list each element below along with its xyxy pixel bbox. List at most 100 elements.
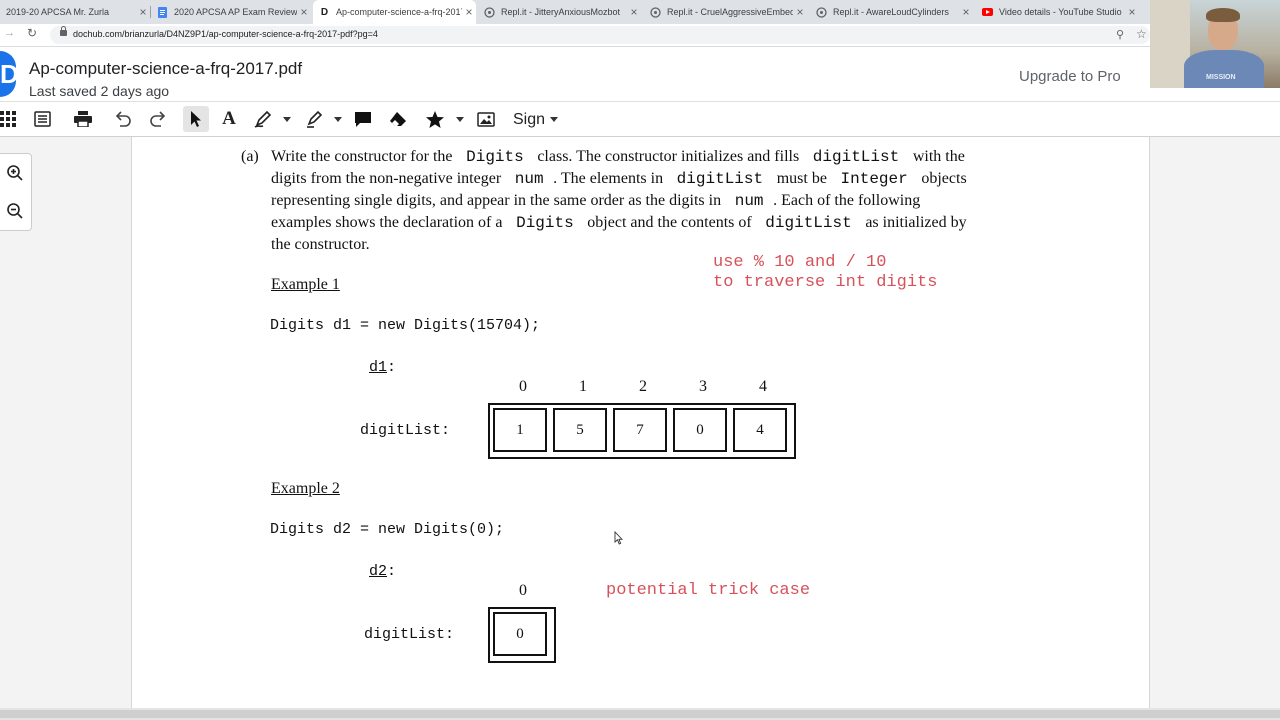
example-2-list-label: digitList: — [364, 626, 455, 643]
tab-label: Repl.it - CruelAggressiveEmbeds — [667, 7, 793, 17]
var-name: d2 — [369, 563, 388, 580]
cursor-arrow-icon — [191, 111, 201, 127]
text-segment: as initialized by — [861, 214, 967, 231]
instruction-line-3: representing single digits, and appear i… — [271, 190, 920, 212]
last-saved-status: Last saved 2 days ago — [29, 83, 170, 99]
undo-icon[interactable] — [114, 110, 132, 128]
tab-close-icon[interactable]: × — [462, 5, 476, 19]
page-list-icon[interactable] — [33, 110, 51, 128]
text-segment: Write the constructor for the — [271, 148, 457, 165]
var-colon: : — [387, 359, 397, 376]
highlighter-icon[interactable] — [305, 110, 323, 128]
code-token: digitList — [667, 170, 773, 188]
text-segment: . The elements in — [553, 170, 668, 187]
replit-icon — [650, 6, 661, 18]
apps-grid-icon[interactable] — [0, 110, 16, 128]
example-1-heading: Example 1 — [271, 276, 340, 293]
tab-close-icon[interactable]: × — [297, 5, 311, 19]
replit-icon — [484, 6, 495, 18]
instruction-line-5: the constructor. — [271, 234, 370, 256]
digit-cell: 1 — [493, 408, 547, 452]
index-label: 4 — [759, 378, 767, 395]
digit-cell: 0 — [673, 408, 727, 452]
bookmark-star-icon[interactable]: ☆ — [1136, 27, 1147, 41]
annotation-note-1-line-1[interactable]: use % 10 and / 10 — [713, 253, 886, 273]
webcam-shirt-text: MISSION — [1206, 74, 1236, 81]
upgrade-to-pro-button[interactable]: Upgrade to Pro — [1019, 68, 1121, 85]
scrollbar-thumb[interactable] — [0, 710, 1280, 718]
url-text[interactable]: dochub.com/brianzurla/D4NZ9P1/ap-compute… — [73, 29, 378, 39]
tab-label: 2020 APCSA AP Exam Review Syll — [174, 7, 297, 17]
stamp-dropdown-caret[interactable] — [456, 117, 464, 122]
forward-arrow-icon[interactable]: → — [4, 27, 15, 39]
tab-replit-aware[interactable]: Repl.it - AwareLoudCylinders × — [810, 0, 973, 24]
horizontal-scrollbar[interactable] — [0, 708, 1280, 720]
code-token: Integer — [830, 170, 918, 188]
text-tool-icon[interactable]: A — [220, 108, 238, 129]
tab-label: Repl.it - AwareLoudCylinders — [833, 7, 949, 17]
comment-icon[interactable] — [354, 110, 372, 128]
stamp-star-icon[interactable] — [426, 110, 444, 128]
code-token: Digits — [506, 214, 584, 232]
doc-header: D Ap-computer-science-a-frq-2017.pdf Las… — [0, 47, 1150, 101]
code-token: num — [725, 192, 774, 210]
example-2-code: Digits d2 = new Digits(0); — [270, 521, 505, 538]
eraser-icon[interactable] — [389, 110, 407, 128]
url-omnibox[interactable]: dochub.com/brianzurla/D4NZ9P1/ap-compute… — [50, 26, 1150, 44]
digit-cell: 0 — [493, 612, 547, 656]
editor-toolbar: A Sign — [0, 102, 1280, 137]
reload-icon[interactable]: ↻ — [27, 26, 37, 40]
tab-exam-review-syllabus[interactable]: 2020 APCSA AP Exam Review Syll × — [151, 0, 311, 24]
highlighter-dropdown-caret[interactable] — [334, 117, 342, 122]
dochub-icon: D — [320, 6, 329, 18]
code-token: digitList — [803, 148, 909, 166]
replit-icon — [816, 6, 827, 18]
tab-replit-jittery[interactable]: Repl.it - JitteryAnxiousMozbot × — [478, 0, 641, 24]
print-icon[interactable] — [74, 110, 92, 128]
pen-dropdown-caret[interactable] — [283, 117, 291, 122]
tab-close-icon[interactable]: × — [959, 5, 973, 19]
text-segment: the constructor. — [271, 236, 370, 253]
example-2-digit-array: 0 — [488, 607, 556, 663]
sign-dropdown-caret[interactable] — [550, 117, 558, 122]
zoom-in-icon[interactable] — [3, 161, 27, 185]
zoom-out-icon[interactable] — [3, 199, 27, 223]
tab-label: Video details - YouTube Studio — [999, 7, 1122, 17]
document-title[interactable]: Ap-computer-science-a-frq-2017.pdf — [29, 59, 302, 79]
zoom-controls — [0, 153, 32, 231]
annotation-note-2[interactable]: potential trick case — [606, 581, 810, 601]
index-label: 0 — [519, 378, 527, 395]
webcam-person-shirt — [1184, 50, 1264, 88]
annotation-note-1-line-2[interactable]: to traverse int digits — [713, 273, 937, 293]
zoom-magnifier-icon[interactable]: ⚲ — [1116, 28, 1124, 41]
instruction-line-1: Write the constructor for the Digits cla… — [271, 146, 965, 168]
instruction-line-2: digits from the non-negative integer num… — [271, 168, 967, 190]
tab-close-icon[interactable]: × — [1125, 5, 1139, 19]
text-segment: object and the contents of — [583, 214, 756, 231]
image-icon[interactable] — [477, 110, 495, 128]
example-1-code: Digits d1 = new Digits(15704); — [270, 317, 541, 334]
text-segment: must be — [772, 170, 831, 187]
part-label: (a) — [241, 148, 259, 165]
tab-label: 2019-20 APCSA Mr. Zurla — [6, 7, 110, 17]
redo-icon[interactable] — [149, 110, 167, 128]
text-segment: . Each of the following — [773, 192, 921, 209]
tab-frq-pdf-active[interactable]: D Ap-computer-science-a-frq-2017 × — [313, 0, 476, 24]
webcam-overlay: MISSION — [1150, 0, 1280, 88]
sign-menu-button[interactable]: Sign — [513, 111, 545, 129]
select-tool-button[interactable] — [183, 106, 209, 132]
tab-youtube-studio[interactable]: Video details - YouTube Studio × — [976, 0, 1139, 24]
dochub-logo[interactable]: D — [0, 51, 16, 97]
tab-apcsa-classroom[interactable]: 2019-20 APCSA Mr. Zurla × — [0, 0, 150, 24]
tab-replit-cruel[interactable]: Repl.it - CruelAggressiveEmbeds × — [644, 0, 807, 24]
browser-tab-strip: 2019-20 APCSA Mr. Zurla × 2020 APCSA AP … — [0, 0, 1150, 24]
index-label: 2 — [639, 378, 647, 395]
example-1-var-label: d1: — [369, 359, 396, 376]
example-1-digit-array: 15704 — [488, 403, 796, 459]
address-bar: → ↻ dochub.com/brianzurla/D4NZ9P1/ap-com… — [0, 24, 1150, 47]
tab-close-icon[interactable]: × — [136, 5, 150, 19]
tab-close-icon[interactable]: × — [793, 5, 807, 19]
pen-draw-icon[interactable] — [254, 110, 272, 128]
tab-close-icon[interactable]: × — [627, 5, 641, 19]
code-token: digitList — [755, 214, 862, 232]
